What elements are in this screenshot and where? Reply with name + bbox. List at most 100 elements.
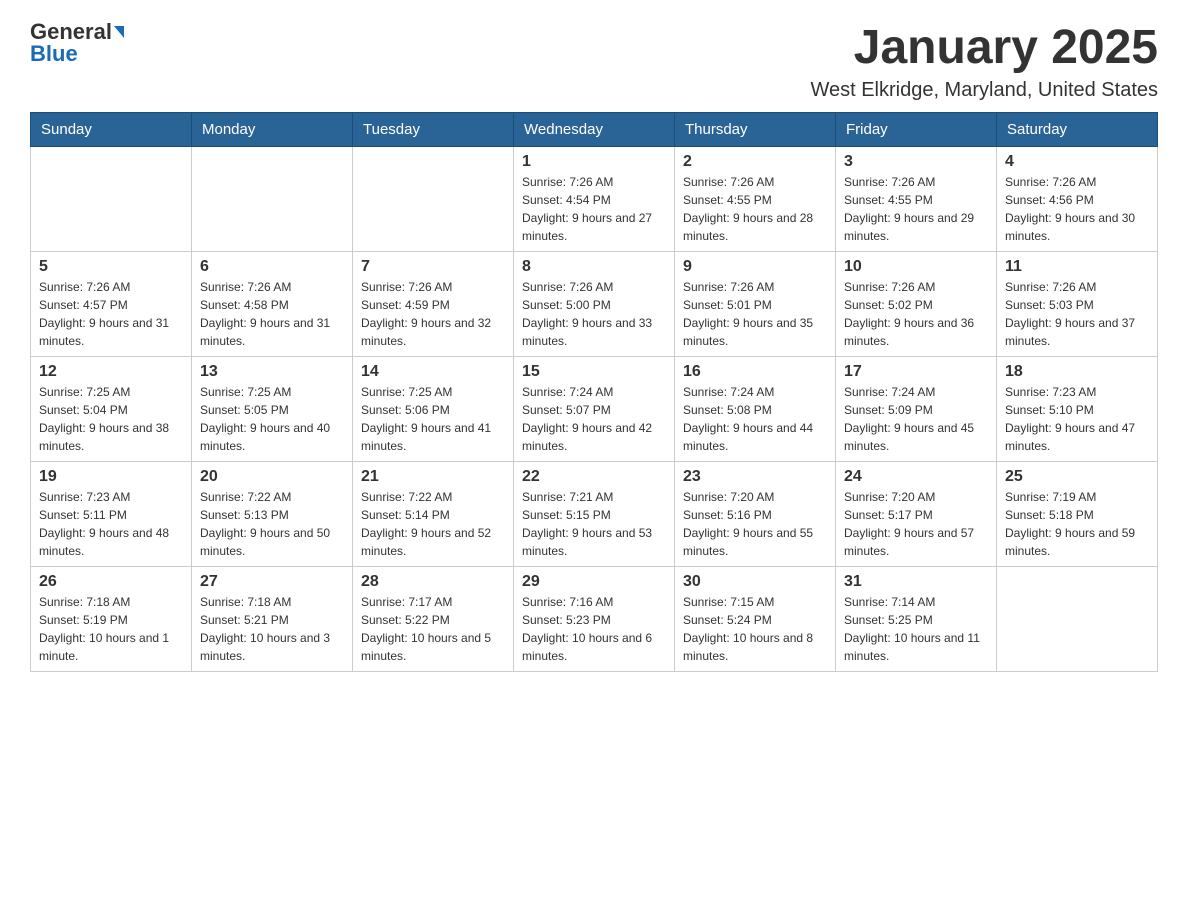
day-header-friday: Friday bbox=[836, 113, 997, 147]
day-number: 30 bbox=[683, 573, 827, 591]
calendar-week-5: 26Sunrise: 7:18 AM Sunset: 5:19 PM Dayli… bbox=[31, 567, 1158, 672]
day-number: 10 bbox=[844, 258, 988, 276]
day-number: 16 bbox=[683, 363, 827, 381]
page-header: General Blue January 2025 West Elkridge,… bbox=[30, 20, 1158, 102]
calendar-cell: 18 Sunrise: 7:23 AM Sunset: 5:10 PM Dayli… bbox=[997, 357, 1158, 462]
day-info: Sunrise: 7:26 AM Sunset: 4:55 PM Dayligh… bbox=[683, 173, 827, 245]
day-number: 17 bbox=[844, 363, 988, 381]
calendar-cell bbox=[997, 567, 1158, 672]
day-info: Sunrise: 7:26 AM Sunset: 4:58 PM Dayligh… bbox=[200, 278, 344, 350]
calendar-cell: 25Sunrise: 7:19 AM Sunset: 5:18 PM Dayli… bbox=[997, 462, 1158, 567]
day-info: Sunrise: 7:26 AM Sunset: 4:54 PM Dayligh… bbox=[522, 173, 666, 245]
day-info: Sunrise: 7:18 AM Sunset: 5:21 PM Dayligh… bbox=[200, 593, 344, 665]
calendar-cell: 28 Sunrise: 7:17 AM Sunset: 5:22 PM Dayli… bbox=[353, 567, 514, 672]
calendar-cell: 24 Sunrise: 7:20 AM Sunset: 5:17 PM Dayli… bbox=[836, 462, 997, 567]
calendar-cell: 17 Sunrise: 7:24 AM Sunset: 5:09 PM Dayli… bbox=[836, 357, 997, 462]
calendar-title: January 2025 bbox=[810, 20, 1158, 75]
calendar-header-row: SundayMondayTuesdayWednesdayThursdayFrid… bbox=[31, 113, 1158, 147]
day-info: Sunrise: 7:24 AM Sunset: 5:09 PM Dayligh… bbox=[844, 383, 988, 455]
day-number: 9 bbox=[683, 258, 827, 276]
day-info: Sunrise: 7:26 AM Sunset: 4:56 PM Dayligh… bbox=[1005, 173, 1149, 245]
calendar-cell: 19 Sunrise: 7:23 AM Sunset: 5:11 PM Dayli… bbox=[31, 462, 192, 567]
day-info: Sunrise: 7:15 AM Sunset: 5:24 PM Dayligh… bbox=[683, 593, 827, 665]
day-number: 15 bbox=[522, 363, 666, 381]
calendar-cell: 10 Sunrise: 7:26 AM Sunset: 5:02 PM Dayli… bbox=[836, 252, 997, 357]
day-info: Sunrise: 7:14 AM Sunset: 5:25 PM Dayligh… bbox=[844, 593, 988, 665]
day-info: Sunrise: 7:23 AM Sunset: 5:11 PM Dayligh… bbox=[39, 488, 183, 560]
day-header-monday: Monday bbox=[192, 113, 353, 147]
day-info: Sunrise: 7:20 AM Sunset: 5:16 PM Dayligh… bbox=[683, 488, 827, 560]
calendar-cell: 2Sunrise: 7:26 AM Sunset: 4:55 PM Daylig… bbox=[675, 147, 836, 252]
calendar-cell: 3 Sunrise: 7:26 AM Sunset: 4:55 PM Daylig… bbox=[836, 147, 997, 252]
day-info: Sunrise: 7:18 AM Sunset: 5:19 PM Dayligh… bbox=[39, 593, 183, 665]
calendar-cell: 29Sunrise: 7:16 AM Sunset: 5:23 PM Dayli… bbox=[514, 567, 675, 672]
calendar-week-1: 1 Sunrise: 7:26 AM Sunset: 4:54 PM Daylig… bbox=[31, 147, 1158, 252]
day-number: 6 bbox=[200, 258, 344, 276]
day-number: 8 bbox=[522, 258, 666, 276]
day-number: 21 bbox=[361, 468, 505, 486]
day-number: 3 bbox=[844, 153, 988, 171]
calendar-cell bbox=[31, 147, 192, 252]
calendar-cell: 5 Sunrise: 7:26 AM Sunset: 4:57 PM Daylig… bbox=[31, 252, 192, 357]
calendar-cell: 12 Sunrise: 7:25 AM Sunset: 5:04 PM Dayli… bbox=[31, 357, 192, 462]
day-info: Sunrise: 7:17 AM Sunset: 5:22 PM Dayligh… bbox=[361, 593, 505, 665]
day-number: 7 bbox=[361, 258, 505, 276]
day-info: Sunrise: 7:26 AM Sunset: 5:02 PM Dayligh… bbox=[844, 278, 988, 350]
day-info: Sunrise: 7:22 AM Sunset: 5:14 PM Dayligh… bbox=[361, 488, 505, 560]
calendar-cell: 21 Sunrise: 7:22 AM Sunset: 5:14 PM Dayli… bbox=[353, 462, 514, 567]
day-number: 19 bbox=[39, 468, 183, 486]
title-section: January 2025 West Elkridge, Maryland, Un… bbox=[810, 20, 1158, 102]
calendar-cell: 30 Sunrise: 7:15 AM Sunset: 5:24 PM Dayli… bbox=[675, 567, 836, 672]
day-number: 13 bbox=[200, 363, 344, 381]
day-number: 28 bbox=[361, 573, 505, 591]
day-number: 20 bbox=[200, 468, 344, 486]
day-number: 5 bbox=[39, 258, 183, 276]
day-number: 18 bbox=[1005, 363, 1149, 381]
day-info: Sunrise: 7:25 AM Sunset: 5:06 PM Dayligh… bbox=[361, 383, 505, 455]
day-info: Sunrise: 7:22 AM Sunset: 5:13 PM Dayligh… bbox=[200, 488, 344, 560]
calendar-cell bbox=[192, 147, 353, 252]
day-number: 31 bbox=[844, 573, 988, 591]
day-number: 24 bbox=[844, 468, 988, 486]
day-info: Sunrise: 7:25 AM Sunset: 5:04 PM Dayligh… bbox=[39, 383, 183, 455]
calendar-cell: 27Sunrise: 7:18 AM Sunset: 5:21 PM Dayli… bbox=[192, 567, 353, 672]
calendar-cell: 7 Sunrise: 7:26 AM Sunset: 4:59 PM Daylig… bbox=[353, 252, 514, 357]
calendar-week-2: 5 Sunrise: 7:26 AM Sunset: 4:57 PM Daylig… bbox=[31, 252, 1158, 357]
day-number: 14 bbox=[361, 363, 505, 381]
calendar-cell: 11Sunrise: 7:26 AM Sunset: 5:03 PM Dayli… bbox=[997, 252, 1158, 357]
day-number: 23 bbox=[683, 468, 827, 486]
calendar-cell: 16Sunrise: 7:24 AM Sunset: 5:08 PM Dayli… bbox=[675, 357, 836, 462]
calendar-cell: 14 Sunrise: 7:25 AM Sunset: 5:06 PM Dayli… bbox=[353, 357, 514, 462]
day-info: Sunrise: 7:26 AM Sunset: 4:55 PM Dayligh… bbox=[844, 173, 988, 245]
day-number: 4 bbox=[1005, 153, 1149, 171]
day-info: Sunrise: 7:23 AM Sunset: 5:10 PM Dayligh… bbox=[1005, 383, 1149, 455]
calendar-cell: 4 Sunrise: 7:26 AM Sunset: 4:56 PM Daylig… bbox=[997, 147, 1158, 252]
day-info: Sunrise: 7:21 AM Sunset: 5:15 PM Dayligh… bbox=[522, 488, 666, 560]
day-header-sunday: Sunday bbox=[31, 113, 192, 147]
calendar-cell: 13Sunrise: 7:25 AM Sunset: 5:05 PM Dayli… bbox=[192, 357, 353, 462]
day-info: Sunrise: 7:20 AM Sunset: 5:17 PM Dayligh… bbox=[844, 488, 988, 560]
day-info: Sunrise: 7:26 AM Sunset: 5:00 PM Dayligh… bbox=[522, 278, 666, 350]
day-header-wednesday: Wednesday bbox=[514, 113, 675, 147]
calendar-cell: 22 Sunrise: 7:21 AM Sunset: 5:15 PM Dayli… bbox=[514, 462, 675, 567]
calendar-cell: 6 Sunrise: 7:26 AM Sunset: 4:58 PM Daylig… bbox=[192, 252, 353, 357]
day-number: 1 bbox=[522, 153, 666, 171]
calendar-cell: 31 Sunrise: 7:14 AM Sunset: 5:25 PM Dayli… bbox=[836, 567, 997, 672]
day-info: Sunrise: 7:26 AM Sunset: 4:57 PM Dayligh… bbox=[39, 278, 183, 350]
calendar-subtitle: West Elkridge, Maryland, United States bbox=[810, 79, 1158, 102]
calendar-cell: 15Sunrise: 7:24 AM Sunset: 5:07 PM Dayli… bbox=[514, 357, 675, 462]
day-info: Sunrise: 7:26 AM Sunset: 4:59 PM Dayligh… bbox=[361, 278, 505, 350]
day-number: 22 bbox=[522, 468, 666, 486]
calendar-cell: 26Sunrise: 7:18 AM Sunset: 5:19 PM Dayli… bbox=[31, 567, 192, 672]
calendar-cell: 8 Sunrise: 7:26 AM Sunset: 5:00 PM Daylig… bbox=[514, 252, 675, 357]
day-info: Sunrise: 7:26 AM Sunset: 5:03 PM Dayligh… bbox=[1005, 278, 1149, 350]
calendar-cell bbox=[353, 147, 514, 252]
logo: General Blue bbox=[30, 20, 124, 66]
day-number: 25 bbox=[1005, 468, 1149, 486]
day-number: 29 bbox=[522, 573, 666, 591]
day-number: 12 bbox=[39, 363, 183, 381]
logo-blue: Blue bbox=[30, 42, 78, 66]
calendar-cell: 1 Sunrise: 7:26 AM Sunset: 4:54 PM Daylig… bbox=[514, 147, 675, 252]
calendar-table: SundayMondayTuesdayWednesdayThursdayFrid… bbox=[30, 112, 1158, 672]
day-header-thursday: Thursday bbox=[675, 113, 836, 147]
